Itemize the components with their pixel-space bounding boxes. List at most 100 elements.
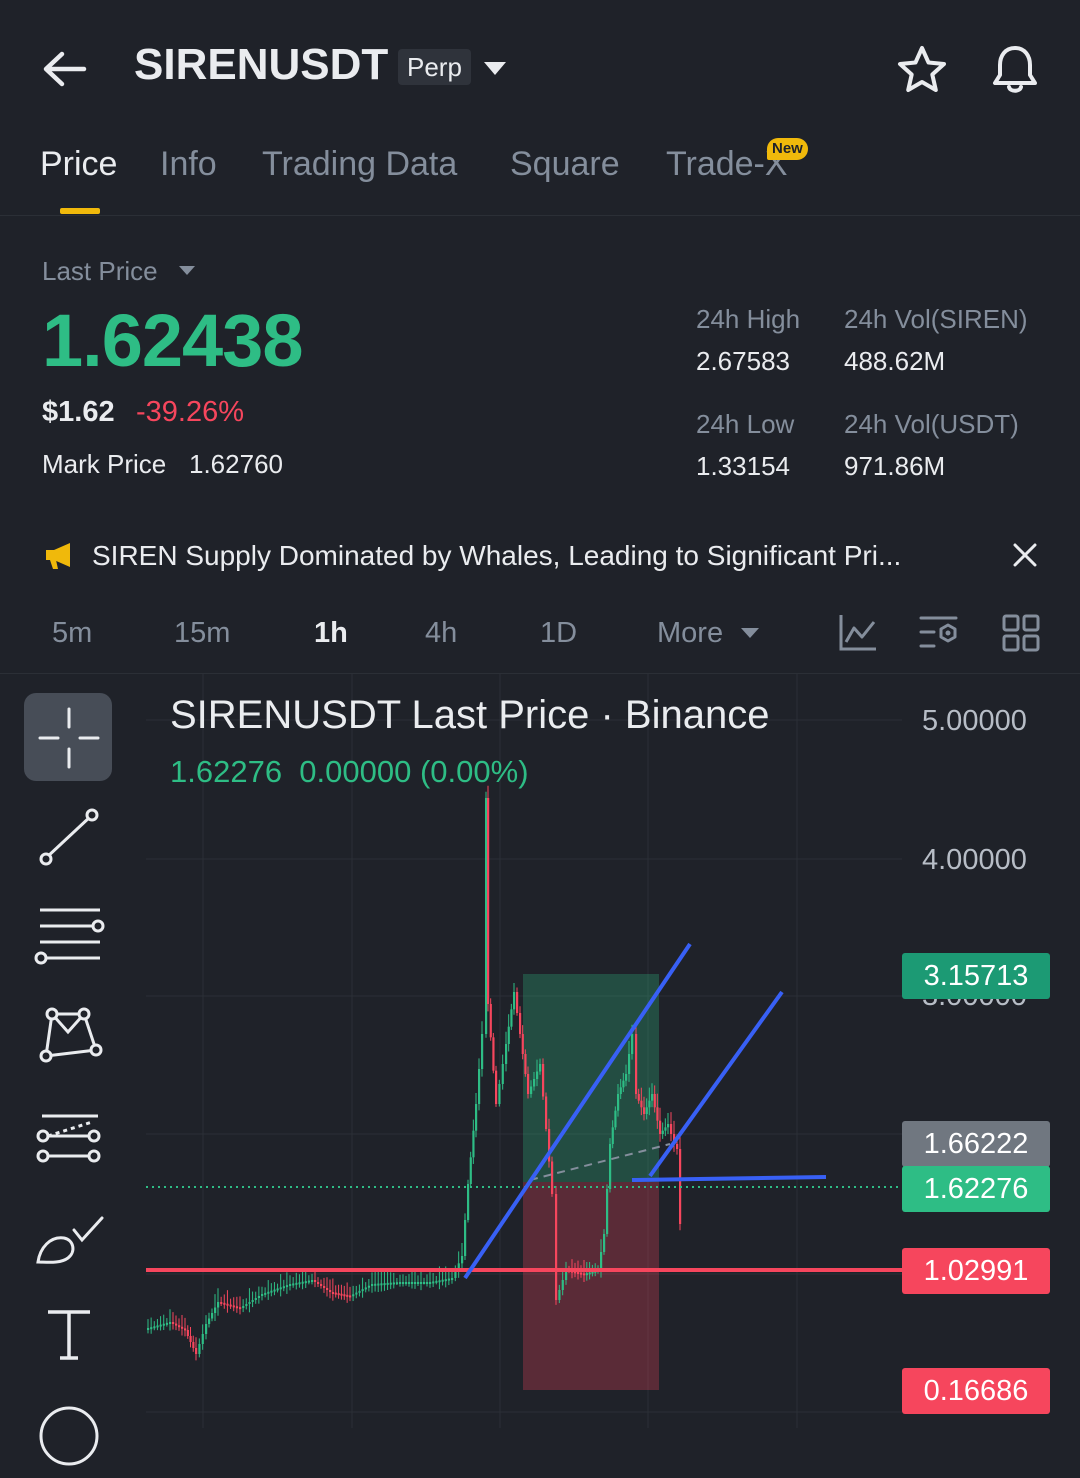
candle-body	[472, 1130, 475, 1158]
candle-body	[320, 1284, 323, 1286]
candle-body	[444, 1279, 447, 1282]
candle-body	[510, 1009, 513, 1027]
candle-body	[606, 1189, 609, 1234]
candle-body	[189, 1336, 192, 1342]
interval-4h[interactable]: 4h	[425, 617, 457, 650]
candle-body	[577, 1272, 580, 1274]
candle-body	[521, 1034, 524, 1054]
candle-body	[361, 1289, 364, 1292]
candle-body	[380, 1283, 383, 1286]
candle-body	[580, 1272, 583, 1275]
candle-body	[527, 1074, 530, 1094]
last-price-label[interactable]: Last Price	[42, 256, 158, 287]
candle-body	[676, 1144, 679, 1149]
candle-body	[201, 1334, 204, 1344]
candle-body	[181, 1326, 184, 1329]
price-chart[interactable]	[0, 674, 1080, 1428]
horizontal-lines-icon[interactable]	[24, 892, 114, 982]
last-price-value: 1.62438	[42, 299, 303, 382]
new-badge: New	[767, 138, 808, 160]
candle-body	[617, 1094, 620, 1111]
candle-body	[467, 1184, 470, 1220]
candle-body	[334, 1292, 337, 1295]
layout-grid-icon[interactable]	[1002, 614, 1040, 652]
low-value: 1.33154	[696, 451, 790, 481]
candle-body	[285, 1285, 289, 1288]
shape-icon[interactable]	[24, 1388, 114, 1478]
candle-body	[304, 1281, 307, 1284]
indicator-icon[interactable]	[838, 612, 878, 652]
star-icon[interactable]	[896, 44, 948, 96]
candle-body	[551, 1161, 554, 1194]
candle-body	[301, 1281, 304, 1284]
candle-body	[169, 1322, 172, 1324]
candle-body	[329, 1290, 332, 1292]
interval-15m[interactable]: 15m	[174, 617, 230, 650]
candle-body	[622, 1080, 625, 1088]
candle-body	[251, 1300, 254, 1302]
trend-line-2[interactable]	[648, 990, 784, 1178]
candle-body	[198, 1344, 201, 1354]
candle-body	[505, 1044, 508, 1064]
interval-1d[interactable]: 1D	[540, 617, 577, 650]
candle-body	[481, 1034, 484, 1069]
pattern-icon[interactable]	[24, 992, 114, 1082]
symbol-title[interactable]: SIRENUSDT	[134, 40, 388, 90]
tab-square[interactable]: Square	[510, 145, 620, 184]
brush-icon[interactable]	[24, 1192, 114, 1282]
text-icon[interactable]	[24, 1290, 114, 1380]
news-headline[interactable]: SIREN Supply Dominated by Whales, Leadin…	[92, 540, 901, 572]
candle-body	[355, 1292, 358, 1295]
candle-body	[343, 1294, 346, 1297]
candle-body	[276, 1288, 279, 1291]
candle-body	[229, 1304, 232, 1307]
crosshair-icon[interactable]	[24, 693, 114, 783]
interval-more[interactable]: More	[657, 617, 723, 650]
back-arrow-icon[interactable]	[40, 46, 90, 92]
usd-price: $1.62	[42, 396, 115, 428]
candle-body	[507, 1026, 510, 1044]
caret-down-icon[interactable]	[740, 627, 760, 639]
candle-body	[609, 1144, 612, 1189]
vol-base-value: 488.62M	[844, 346, 946, 376]
candle-body	[464, 1220, 467, 1256]
megaphone-icon	[46, 543, 70, 569]
projection-icon[interactable]	[24, 1092, 114, 1182]
candle-body	[289, 1284, 292, 1286]
interval-1h[interactable]: 1h	[314, 617, 348, 650]
candle-body	[211, 1313, 214, 1319]
candle-body	[307, 1280, 311, 1283]
candle-body	[292, 1283, 295, 1286]
candle-body	[383, 1283, 386, 1286]
candle-body	[270, 1290, 273, 1293]
candle-body	[485, 798, 488, 1034]
candle-body	[411, 1282, 414, 1284]
chevron-down-icon[interactable]	[482, 60, 508, 76]
candle-body	[326, 1288, 329, 1290]
high-value: 2.67583	[696, 346, 790, 376]
candle-body	[420, 1282, 423, 1284]
candle-body	[670, 1124, 673, 1134]
candle-body	[192, 1342, 195, 1348]
candle-body	[371, 1284, 374, 1286]
close-icon[interactable]	[1012, 542, 1038, 568]
candle-body	[232, 1305, 235, 1308]
candle-body	[408, 1282, 411, 1284]
bell-icon[interactable]	[988, 42, 1042, 96]
tab-info[interactable]: Info	[160, 145, 217, 184]
candle-body	[469, 1157, 472, 1184]
target-price-tag: 3.15713	[902, 953, 1050, 999]
tab-trading-data[interactable]: Trading Data	[262, 145, 457, 184]
entry-price-tag: 1.66222	[902, 1121, 1050, 1167]
candle-body	[374, 1283, 377, 1286]
interval-5m[interactable]: 5m	[52, 617, 92, 650]
candle-body	[558, 1290, 561, 1300]
candle-body	[147, 1328, 150, 1330]
trendline-icon[interactable]	[24, 792, 114, 882]
candle-body	[561, 1280, 564, 1290]
chart-settings-icon[interactable]	[918, 612, 960, 652]
tab-price[interactable]: Price	[40, 145, 117, 184]
caret-down-icon[interactable]	[178, 265, 196, 276]
candle-body	[625, 1074, 628, 1081]
candle-body	[498, 1084, 501, 1104]
